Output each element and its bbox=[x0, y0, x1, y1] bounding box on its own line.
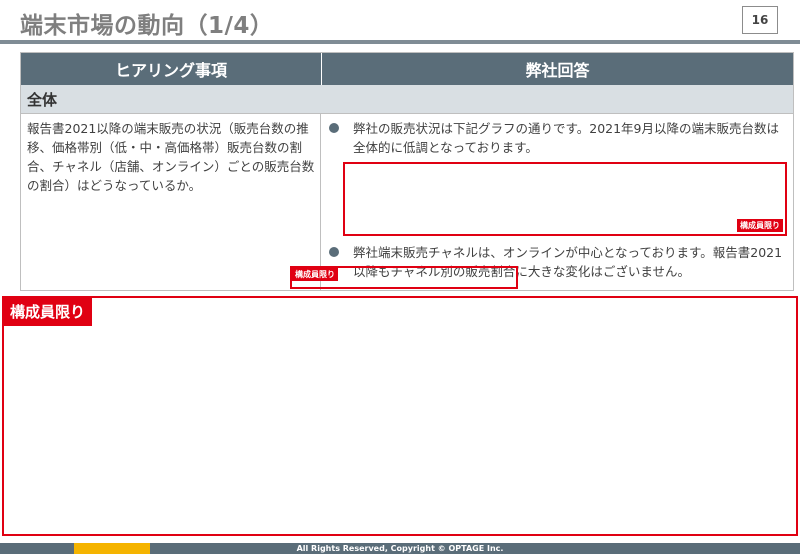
answer-bullet-1: 弊社の販売状況は下記グラフの通りです。2021年9月以降の端末販売台数は全体的に… bbox=[329, 119, 787, 157]
redacted-inline-area: 構成員限り bbox=[290, 266, 518, 289]
section-label-overall: 全体 bbox=[21, 85, 793, 114]
question-cell: 報告書2021以降の端末販売の状況（販売台数の推移、価格帯別（低・中・高価格帯）… bbox=[21, 114, 321, 290]
redacted-tag: 構成員限り bbox=[737, 219, 783, 232]
redacted-panel: 構成員限り bbox=[2, 296, 798, 536]
footer-copyright: All Rights Reserved, Copyright © OPTAGE … bbox=[296, 544, 504, 553]
table-header-row: ヒアリング事項 弊社回答 bbox=[21, 53, 793, 85]
answer-text-1: 弊社の販売状況は下記グラフの通りです。2021年9月以降の端末販売台数は全体的に… bbox=[353, 121, 780, 155]
redacted-tag: 構成員限り bbox=[292, 268, 338, 281]
redacted-chart-area: 構成員限り bbox=[343, 162, 787, 236]
bullet-icon bbox=[329, 123, 339, 133]
column-header-hearing-items: ヒアリング事項 bbox=[21, 53, 322, 85]
answer-cell: 弊社の販売状況は下記グラフの通りです。2021年9月以降の端末販売台数は全体的に… bbox=[321, 114, 793, 290]
table-row: 報告書2021以降の端末販売の状況（販売台数の推移、価格帯別（低・中・高価格帯）… bbox=[21, 114, 793, 290]
redacted-panel-tag: 構成員限り bbox=[4, 298, 93, 326]
hearing-table: ヒアリング事項 弊社回答 全体 報告書2021以降の端末販売の状況（販売台数の推… bbox=[20, 52, 794, 291]
footer-bar: All Rights Reserved, Copyright © OPTAGE … bbox=[0, 543, 800, 554]
page-number: 16 bbox=[742, 6, 778, 34]
page-title: 端末市場の動向（1/4） bbox=[20, 13, 274, 39]
column-header-company-answer: 弊社回答 bbox=[525, 61, 590, 80]
bullet-icon bbox=[329, 247, 339, 257]
title-divider bbox=[0, 40, 800, 44]
